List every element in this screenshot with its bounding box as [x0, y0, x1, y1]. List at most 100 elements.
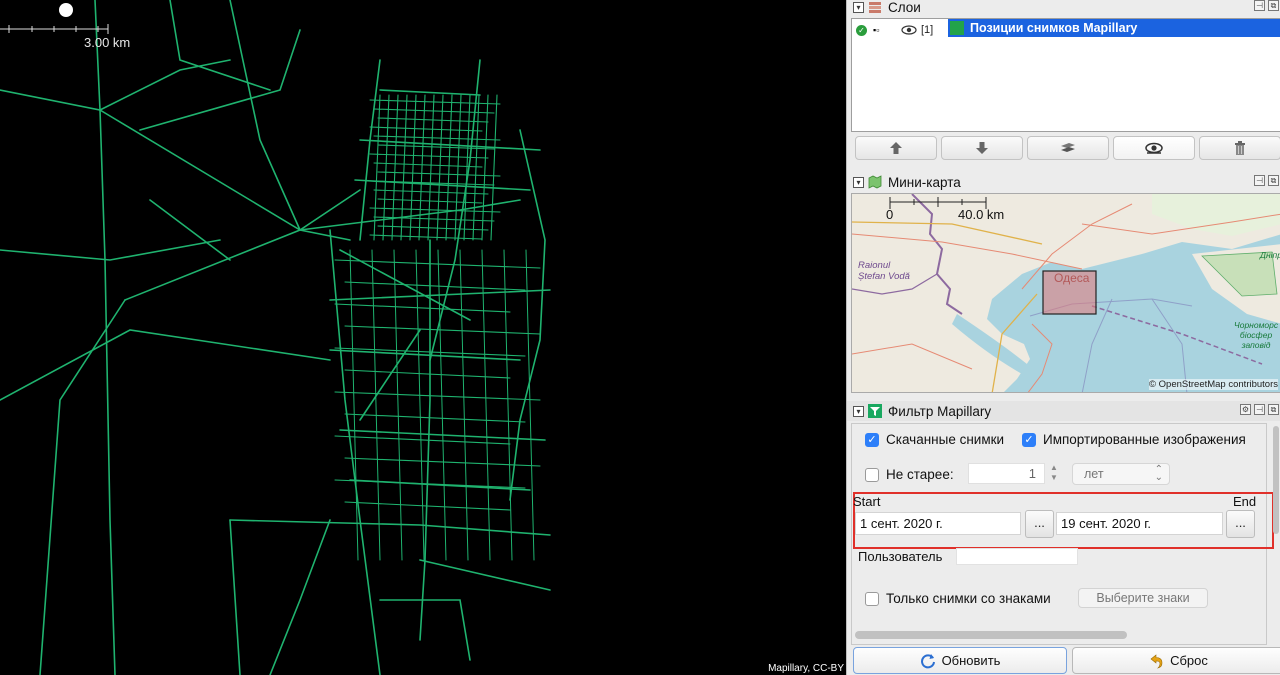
pin-icon[interactable]: ⊣	[1254, 404, 1265, 415]
road-line	[94, 0, 116, 675]
detach-icon[interactable]: ⧉	[1268, 0, 1279, 11]
unit-select-value: лет	[1084, 467, 1104, 481]
road-line	[269, 519, 331, 675]
not-older-spinner[interactable]: ▲ ▼	[1049, 463, 1059, 484]
pin-icon[interactable]: ⊣	[1254, 175, 1265, 186]
collapse-icon[interactable]: ▾	[853, 1, 864, 13]
road-line	[369, 99, 501, 105]
road-line	[490, 94, 498, 241]
imported-checkbox[interactable]: ✓	[1022, 432, 1036, 447]
settings-icon[interactable]: ⚙	[1240, 404, 1251, 415]
delete-icon	[1235, 141, 1245, 155]
road-line	[369, 234, 483, 240]
delete-layer-button[interactable]	[1199, 136, 1280, 160]
select-arrows-icon: ⌃ ⌄	[1154, 464, 1163, 483]
road-line	[454, 94, 462, 241]
refresh-label: Обновить	[941, 653, 1001, 668]
road-line	[373, 108, 495, 114]
not-older-label: Не старее:	[886, 467, 954, 482]
not-older-unit-select[interactable]: лет ⌃ ⌄	[1072, 463, 1170, 485]
road-line	[124, 189, 361, 301]
merge-icon	[1061, 143, 1075, 152]
road-line	[481, 94, 489, 241]
not-older-input[interactable]: 1	[968, 463, 1045, 484]
road-line	[344, 281, 526, 291]
downloaded-checkbox[interactable]: ✓	[865, 432, 879, 447]
minimap-reserve-label: Чорноморс біосфер заповід	[1234, 320, 1279, 350]
road-line	[169, 0, 271, 91]
not-older-checkbox[interactable]	[865, 467, 879, 482]
imported-label: Импортированные изображения	[1043, 432, 1246, 447]
toggle-visibility-icon	[1145, 142, 1163, 154]
detach-icon[interactable]: ⧉	[1268, 175, 1279, 186]
road-line	[229, 0, 301, 231]
start-date-picker-button[interactable]: ...	[1025, 510, 1054, 538]
minimap-title: Мини-карта	[888, 174, 961, 190]
minimap-terrain	[852, 194, 1280, 392]
merge-button[interactable]	[1027, 136, 1109, 160]
reset-label: Сброс	[1170, 653, 1208, 668]
downloaded-row[interactable]: ✓ Скачанные снимки	[865, 432, 1004, 447]
minimap[interactable]: 0 40.0 km Одеса Raionul Ștefan Vodă Чорн…	[851, 193, 1280, 393]
road-line	[371, 249, 381, 561]
map-view[interactable]: 3.00 km Mapillary, CC-BY	[0, 0, 846, 675]
road-line	[419, 559, 551, 591]
minimap-icon	[868, 175, 882, 189]
move-down-icon	[976, 142, 988, 154]
road-line	[373, 162, 483, 168]
layers-icon	[869, 2, 881, 13]
road-line	[503, 249, 513, 561]
collapse-icon[interactable]: ▾	[853, 405, 864, 417]
move-down-button[interactable]	[941, 136, 1023, 160]
layers-title: Слои	[888, 0, 921, 15]
not-older-row[interactable]: Не старее:	[865, 467, 954, 482]
end-date-field[interactable]: 19 сент. 2020 г.	[1056, 512, 1223, 535]
move-up-icon	[890, 142, 902, 154]
road-line	[427, 94, 435, 241]
detach-icon[interactable]: ⧉	[1268, 404, 1279, 415]
minimap-region-label: Raionul Ștefan Vodă	[858, 260, 910, 282]
road-line	[299, 199, 521, 231]
layer-name-label: Позиции снимков Mapillary	[970, 21, 1138, 35]
road-line	[481, 249, 491, 561]
road-line	[437, 249, 447, 561]
signs-only-row[interactable]: Только снимки со знаками	[865, 591, 1051, 606]
refresh-icon	[920, 653, 935, 668]
road-line	[344, 457, 541, 467]
road-line	[379, 599, 471, 661]
road-line	[359, 329, 421, 421]
road-line	[229, 519, 241, 675]
end-date-picker-button[interactable]: ...	[1226, 510, 1255, 538]
toggle-visibility-button[interactable]	[1113, 136, 1195, 160]
user-input[interactable]	[956, 548, 1078, 565]
layers-dialog-header: ▾ Слои ⊣ ⧉	[847, 0, 1280, 17]
road-line	[459, 249, 469, 561]
minimap-scale-end: 40.0 km	[958, 207, 1005, 222]
road-line	[373, 94, 381, 241]
imported-row[interactable]: ✓ Импортированные изображения	[1022, 432, 1246, 447]
signs-only-label: Только снимки со знаками	[886, 591, 1051, 606]
reset-button[interactable]: Сброс	[1072, 647, 1280, 674]
road-line	[359, 59, 381, 241]
horizontal-scrollbar[interactable]	[855, 631, 1127, 639]
start-date-field[interactable]: 1 сент. 2020 г.	[855, 512, 1021, 535]
road-line	[373, 189, 489, 195]
road-line	[344, 413, 526, 423]
move-up-button[interactable]	[855, 136, 937, 160]
road-line	[369, 126, 483, 132]
signs-only-checkbox[interactable]	[865, 591, 879, 606]
eye-icon[interactable]	[901, 24, 917, 36]
vertical-scrollbar[interactable]	[1273, 426, 1279, 534]
layer-name-mapillary[interactable]: Позиции снимков Mapillary	[948, 19, 1280, 37]
side-panel: ▾ Слои ⊣ ⧉ ✓ ▪▫ [1] Позиции снимков Mapi…	[846, 0, 1280, 675]
road-line	[373, 135, 501, 141]
downloaded-label: Скачанные снимки	[886, 432, 1005, 447]
minimap-attribution: © OpenStreetMap contributors	[1149, 379, 1278, 390]
collapse-icon[interactable]: ▾	[853, 176, 864, 188]
choose-signs-button[interactable]: Выберите знаки	[1078, 588, 1208, 608]
refresh-button[interactable]: Обновить	[853, 647, 1067, 674]
road-line	[436, 94, 444, 241]
pin-icon[interactable]: ⊣	[1254, 0, 1265, 11]
minimap-river-label: Дніпр	[1260, 250, 1280, 260]
visible-check-icon[interactable]: ✓	[856, 24, 867, 36]
